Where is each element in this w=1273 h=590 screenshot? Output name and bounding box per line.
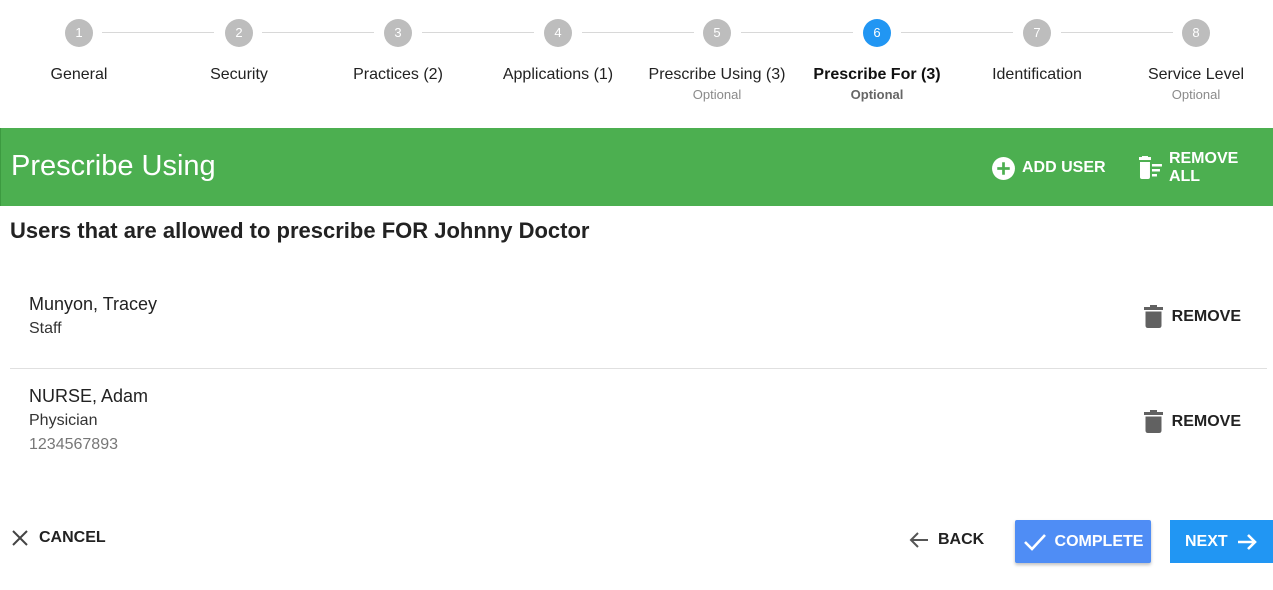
step-label: Practices (2) [353,66,443,83]
step-number: 3 [384,19,412,47]
list-subtitle: Users that are allowed to prescribe FOR … [10,218,590,243]
next-button[interactable]: NEXT [1170,520,1273,563]
complete-button[interactable]: COMPLETE [1015,520,1151,563]
step-number: 1 [65,19,93,47]
step-label: Applications (1) [502,66,614,83]
step-number: 5 [703,19,731,47]
step-label: Security [210,66,268,83]
user-role: Physician [29,412,98,429]
arrow-left-icon [909,532,928,548]
step-service-level[interactable]: 8 Service Level Optional [1116,0,1273,128]
step-label: Prescribe For (3) [813,66,941,83]
add-user-button[interactable]: ADD USER [991,155,1106,181]
step-number: 8 [1182,19,1210,47]
trash-icon [1143,410,1163,433]
remove-label: REMOVE [1171,412,1241,430]
user-npi: 1234567893 [29,436,118,453]
step-prescribe-for[interactable]: 6 Prescribe For (3) Optional [797,0,957,128]
step-optional: Optional [692,87,742,102]
step-prescribe-using[interactable]: 5 Prescribe Using (3) Optional [637,0,797,128]
check-icon [1023,533,1046,551]
step-number: 7 [1023,19,1051,47]
step-label: Service Level [1147,66,1245,83]
cancel-button[interactable]: CANCEL [10,528,106,548]
cancel-label: CANCEL [39,529,106,546]
user-role: Staff [29,320,62,337]
remove-user-button[interactable]: REMOVE [1143,410,1241,433]
section-title: Prescribe Using [11,150,216,182]
add-user-label: ADD USER [1022,159,1106,176]
user-name: NURSE, Adam [29,386,149,406]
complete-label: COMPLETE [1054,532,1144,550]
step-number: 6 [863,19,891,47]
user-name: Munyon, Tracey [29,294,158,314]
stepper: 1 General 2 Security 3 Practices (2) 4 A… [0,0,1273,128]
section-header: Prescribe Using ADD USER REMOVE ALL [0,128,1273,206]
remove-label: REMOVE [1171,307,1241,325]
list-item: NURSE, Adam Physician 1234567893 REMOVE [10,369,1267,481]
close-icon [12,530,28,546]
list-item: Munyon, Tracey Staff REMOVE [10,272,1267,369]
step-optional: Optional [850,87,904,102]
plus-circle-icon [992,156,1015,180]
step-number: 4 [544,19,572,47]
step-label: Identification [992,66,1082,83]
back-label: BACK [938,531,985,548]
step-identification[interactable]: 7 Identification [957,0,1117,128]
step-applications[interactable]: 4 Applications (1) [478,0,638,128]
step-label: General [50,66,108,83]
step-label: Prescribe Using (3) [648,66,786,83]
step-practices[interactable]: 3 Practices (2) [318,0,478,128]
next-label: NEXT [1185,532,1228,550]
remove-all-button[interactable]: REMOVE ALL [1137,150,1273,185]
trash-icon [1143,305,1163,328]
step-optional: Optional [1171,87,1221,102]
back-button[interactable]: BACK [908,529,984,551]
remove-user-button[interactable]: REMOVE [1143,305,1241,328]
arrow-right-icon [1237,533,1257,550]
step-security[interactable]: 2 Security [159,0,319,128]
step-number: 2 [225,19,253,47]
remove-all-label: REMOVE ALL [1168,150,1239,185]
delete-sweep-icon [1138,156,1162,179]
user-list: Munyon, Tracey Staff REMOVE NURSE, Adam … [10,272,1267,481]
step-general[interactable]: 1 General [0,0,159,128]
